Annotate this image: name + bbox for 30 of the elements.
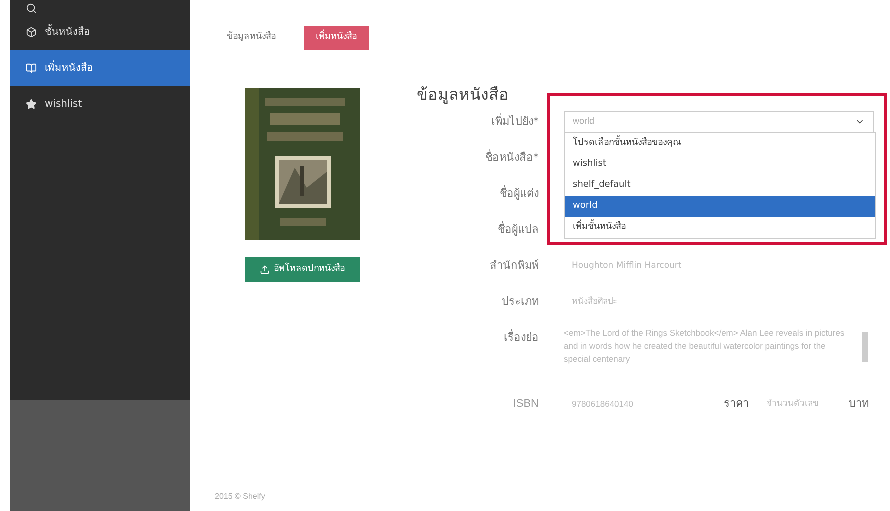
scrollbar[interactable] <box>862 332 868 362</box>
sidebar-item[interactable]: ชั้นหนังสือ <box>10 14 190 50</box>
field-label: สำนักพิมพ์ <box>489 258 539 274</box>
field-label: ประเภท <box>501 294 539 310</box>
dropdown-option[interactable]: shelf_default <box>565 175 875 196</box>
upload-button[interactable]: อัพโหลดปกหนังสือ <box>245 257 360 282</box>
dropdown-option[interactable]: world <box>565 196 875 217</box>
sidebar-item[interactable]: wishlist <box>10 86 190 122</box>
form-title: ข้อมูลหนังสือ <box>417 84 510 106</box>
star-icon <box>26 98 37 110</box>
field-label: เรื่องย่อ <box>503 328 539 346</box>
tab[interactable]: เพิ่มหนังสือ <box>304 26 369 50</box>
dropdown-option[interactable]: wishlist <box>565 154 875 175</box>
dropdown-option[interactable]: โปรดเลือกชั้นหนังสือของคุณ <box>565 133 875 154</box>
cube-icon <box>26 26 37 38</box>
footer-text: 2015 © Shelfy <box>215 491 266 503</box>
field-label: ชื่อผู้แต่ง <box>499 184 539 202</box>
field-label: ชื่อผู้แปล <box>497 220 539 238</box>
upload-icon <box>260 264 270 274</box>
unit-label: บาท <box>849 396 869 412</box>
sidebar-item[interactable]: เพิ่มหนังสือ <box>10 50 190 86</box>
dropdown-option[interactable]: เพิ่มชั้นหนังสือ <box>565 217 875 238</box>
field-label: ISBN <box>512 397 539 412</box>
tab[interactable]: ข้อมูลหนังสือ <box>215 26 288 50</box>
field-label: ราคา <box>724 396 749 412</box>
input-field[interactable]: จำนวนตัวเลข <box>759 393 839 415</box>
search-icon[interactable] <box>26 3 37 14</box>
book-icon <box>26 62 37 74</box>
field-label: เพิ่มไปยัง* <box>490 112 539 130</box>
field-label: ชื่อหนังสือ* <box>484 148 539 166</box>
